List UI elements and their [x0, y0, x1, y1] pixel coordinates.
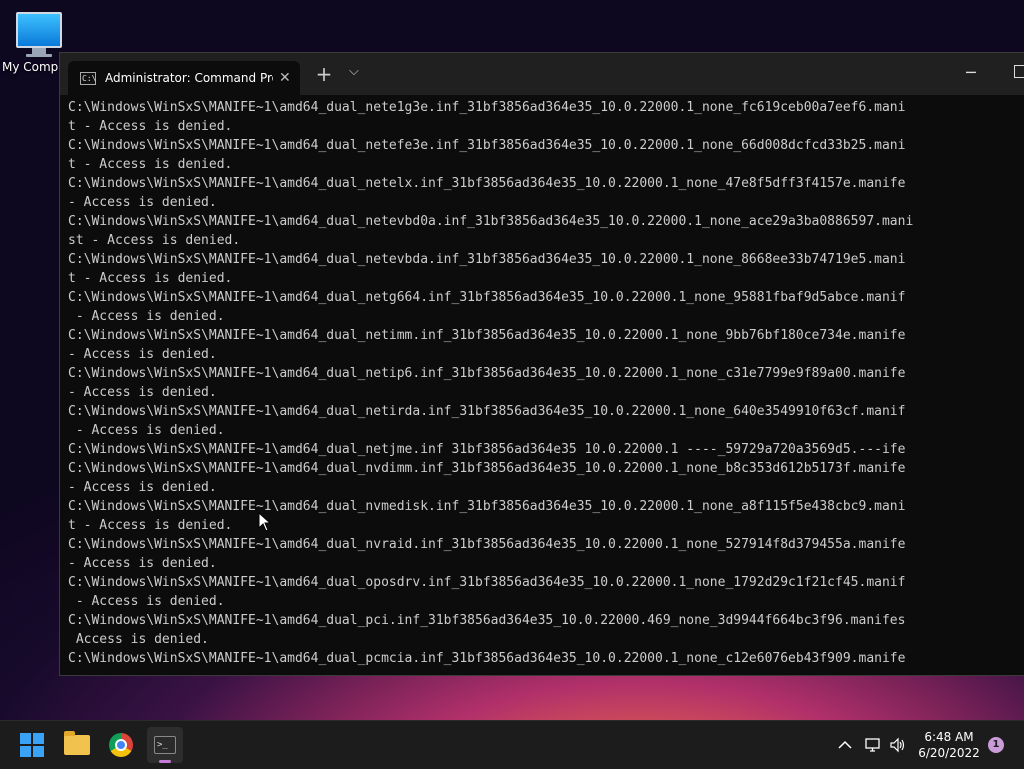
console-line: Access is denied.: [68, 632, 209, 647]
volume-icon[interactable]: [889, 721, 907, 769]
console-line: - Access is denied.: [68, 480, 217, 495]
minimize-button[interactable]: ─: [966, 63, 976, 82]
active-indicator: [159, 760, 171, 763]
console-line: - Access is denied.: [68, 195, 217, 210]
start-button[interactable]: [14, 727, 50, 763]
console-line: C:\Windows\WinSxS\MANIFE~1\amd64_dual_pc…: [68, 613, 906, 628]
console-line: C:\Windows\WinSxS\MANIFE~1\amd64_dual_ne…: [68, 366, 906, 381]
tab-dropdown-icon[interactable]: ⌵: [349, 64, 359, 79]
chrome-button[interactable]: [103, 727, 139, 763]
file-explorer-button[interactable]: [59, 727, 95, 763]
new-tab-button[interactable]: +: [314, 62, 334, 86]
console-line: C:\Windows\WinSxS\MANIFE~1\amd64_dual_nv…: [68, 461, 906, 476]
clock-date: 6/20/2022: [918, 746, 980, 760]
maximize-button[interactable]: [1014, 65, 1024, 78]
console-line: C:\Windows\WinSxS\MANIFE~1\amd64_dual_ne…: [68, 290, 906, 305]
mouse-pointer-icon: [258, 512, 272, 532]
chrome-icon: [109, 733, 133, 757]
console-line: - Access is denied.: [68, 594, 225, 609]
tab-title: Administrator: Command Promp: [105, 71, 273, 85]
tray-overflow-chevron-icon[interactable]: [838, 721, 852, 769]
clock[interactable]: 6:48 AM 6/20/2022: [914, 729, 984, 761]
console-line: C:\Windows\WinSxS\MANIFE~1\amd64_dual_ne…: [68, 100, 906, 115]
console-line: C:\Windows\WinSxS\MANIFE~1\amd64_dual_op…: [68, 575, 906, 590]
console-line: C:\Windows\WinSxS\MANIFE~1\amd64_dual_ne…: [68, 252, 906, 267]
console-line: C:\Windows\WinSxS\MANIFE~1\amd64_dual_ne…: [68, 404, 906, 419]
terminal-window: C:\ Administrator: Command Promp ✕ + ⌵ ─…: [59, 52, 1024, 676]
console-line: t - Access is denied.: [68, 518, 233, 533]
console-line: - Access is denied.: [68, 347, 217, 362]
console-line: C:\Windows\WinSxS\MANIFE~1\amd64_dual_ne…: [68, 328, 906, 343]
command-prompt-icon: C:\: [80, 71, 97, 85]
console-line: - Access is denied.: [68, 309, 225, 324]
tab-close-icon[interactable]: ✕: [279, 70, 291, 86]
console-line: t - Access is denied.: [68, 271, 233, 286]
console-line: t - Access is denied.: [68, 119, 233, 134]
console-line: C:\Windows\WinSxS\MANIFE~1\amd64_dual_nv…: [68, 499, 906, 514]
console-line: C:\Windows\WinSxS\MANIFE~1\amd64_dual_ne…: [68, 214, 914, 229]
console-output[interactable]: C:\Windows\WinSxS\MANIFE~1\amd64_dual_ne…: [68, 98, 1024, 675]
taskbar: >_ 6:48 AM 6/20/2022 1: [0, 720, 1024, 769]
clock-time: 6:48 AM: [924, 730, 974, 744]
terminal-button[interactable]: >_: [147, 727, 183, 763]
console-line: st - Access is denied.: [68, 233, 241, 248]
title-bar[interactable]: C:\ Administrator: Command Promp ✕ + ⌵ ─: [60, 53, 1024, 95]
terminal-icon: >_: [154, 736, 176, 754]
windows-start-icon: [20, 733, 44, 757]
folder-icon: [64, 731, 90, 755]
console-line: - Access is denied.: [68, 385, 217, 400]
monitor-icon: [16, 12, 62, 48]
console-line: t - Access is denied.: [68, 157, 233, 172]
network-icon[interactable]: [864, 721, 882, 769]
console-line: C:\Windows\WinSxS\MANIFE~1\amd64_dual_nv…: [68, 537, 906, 552]
console-line: - Access is denied.: [68, 423, 225, 438]
console-line: C:\Windows\WinSxS\MANIFE~1\amd64_dual_ne…: [68, 138, 906, 153]
console-line: - Access is denied.: [68, 556, 217, 571]
notification-badge[interactable]: 1: [988, 737, 1004, 753]
console-line: C:\Windows\WinSxS\MANIFE~1\amd64_dual_ne…: [68, 442, 906, 457]
tab-command-prompt[interactable]: C:\ Administrator: Command Promp ✕: [68, 61, 300, 95]
console-line: C:\Windows\WinSxS\MANIFE~1\amd64_dual_ne…: [68, 176, 906, 191]
console-line: C:\Windows\WinSxS\MANIFE~1\amd64_dual_pc…: [68, 651, 906, 666]
